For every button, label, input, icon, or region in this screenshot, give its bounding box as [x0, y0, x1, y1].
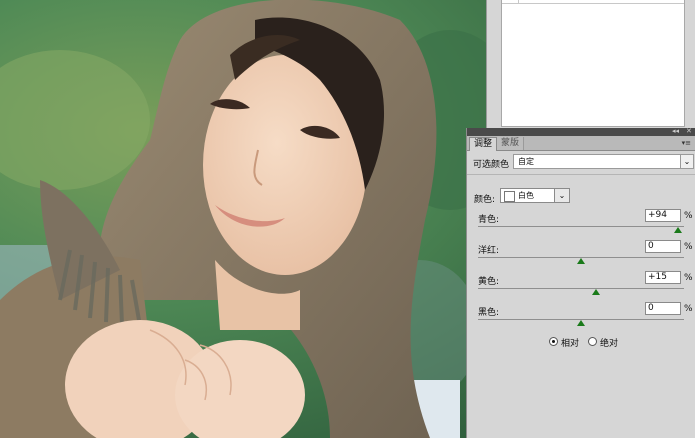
slider-label: 黑色: [478, 308, 500, 318]
layers-list-area[interactable] [501, 0, 685, 127]
slider-thumb[interactable] [592, 289, 601, 295]
layers-panel-partial [486, 0, 695, 128]
chevron-down-icon[interactable]: ⌄ [554, 189, 569, 202]
yellow-value-input[interactable]: +15 [645, 271, 681, 284]
slider-thumb[interactable] [577, 258, 585, 264]
adjustment-name: 可选颜色 [473, 160, 510, 170]
preset-value: 自定 [518, 157, 534, 166]
percent-unit: % [684, 273, 693, 283]
radio-absolute[interactable] [588, 337, 597, 346]
color-dropdown[interactable]: 白色 ⌄ [500, 188, 570, 203]
adjustments-panel: ◂◂ ✕ 调整 蒙版 ▾≡ 可选颜色 自定 ⌄ 颜色: 白色 ⌄ 青色: +94… [466, 127, 695, 438]
slider-label: 青色: [478, 215, 500, 225]
percent-unit: % [684, 304, 693, 314]
magenta-value-input[interactable]: 0 [645, 240, 681, 253]
black-value-input[interactable]: 0 [645, 302, 681, 315]
panel-title-bar[interactable]: ◂◂ ✕ [467, 127, 695, 136]
layers-row-divider [502, 0, 684, 4]
tab-masks[interactable]: 蒙版 [497, 137, 525, 150]
slider-label: 洋红: [478, 246, 500, 256]
radio-relative[interactable] [549, 337, 558, 346]
radio-absolute-label[interactable]: 绝对 [600, 336, 618, 349]
cyan-value-input[interactable]: +94 [645, 209, 681, 222]
collapse-icon[interactable]: ◂◂ [672, 127, 679, 136]
preset-dropdown[interactable]: 自定 ⌄ [513, 154, 694, 169]
percent-unit: % [684, 211, 693, 221]
color-value: 白色 [518, 191, 534, 200]
close-icon[interactable]: ✕ [686, 127, 692, 136]
slider-track[interactable] [478, 226, 684, 227]
percent-unit: % [684, 242, 693, 252]
slider-track[interactable] [478, 288, 684, 289]
tab-adjustments[interactable]: 调整 [469, 137, 498, 151]
color-label: 颜色: [474, 195, 496, 205]
panel-tab-bar: 调整 蒙版 ▾≡ [467, 136, 695, 151]
color-swatch [504, 191, 515, 202]
divider [467, 174, 695, 175]
slider-thumb[interactable] [673, 227, 682, 233]
radio-relative-label[interactable]: 相对 [561, 336, 579, 349]
slider-thumb[interactable] [577, 320, 585, 326]
panel-menu-icon[interactable]: ▾≡ [682, 139, 691, 147]
slider-label: 黄色: [478, 277, 500, 287]
layers-column-divider [518, 0, 519, 4]
chevron-down-icon[interactable]: ⌄ [680, 155, 693, 168]
